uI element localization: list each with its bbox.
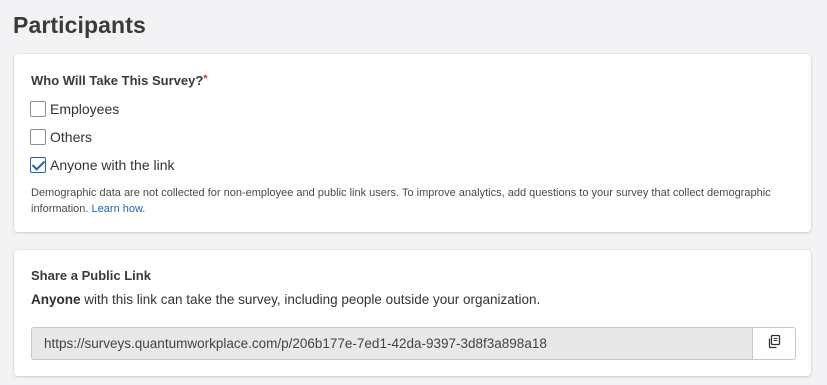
employees-label: Employees — [50, 101, 120, 117]
share-desc-bold: Anyone — [31, 292, 81, 307]
option-anyone-with-link[interactable]: Anyone with the link — [30, 156, 175, 174]
copy-icon — [767, 334, 782, 354]
public-link-row — [31, 327, 796, 360]
required-marker: * — [203, 73, 208, 85]
who-heading-text: Who Will Take This Survey? — [31, 73, 204, 88]
others-label: Others — [50, 129, 93, 145]
share-description: Anyone with this link can take the surve… — [31, 292, 540, 307]
public-link-input[interactable] — [31, 327, 752, 360]
anyone-with-link-label: Anyone with the link — [50, 157, 175, 173]
share-desc-rest: with this link can take the survey, incl… — [80, 292, 541, 307]
page-title: Participants — [13, 12, 146, 38]
participants-card: Who Will Take This Survey?* Employees Ot… — [14, 54, 811, 232]
share-link-card: Share a Public Link Anyone with this lin… — [14, 250, 811, 376]
employees-checkbox[interactable] — [30, 101, 46, 117]
who-heading: Who Will Take This Survey?* — [31, 73, 208, 88]
share-heading: Share a Public Link — [31, 268, 151, 283]
demographic-help-text: Demographic data are not collected for n… — [31, 185, 791, 217]
option-others[interactable]: Others — [30, 128, 92, 146]
option-employees[interactable]: Employees — [30, 100, 119, 118]
learn-how-link[interactable]: Learn how. — [92, 203, 146, 215]
others-checkbox[interactable] — [30, 129, 46, 145]
anyone-with-link-checkbox[interactable] — [30, 157, 46, 173]
copy-link-button[interactable] — [752, 327, 796, 360]
